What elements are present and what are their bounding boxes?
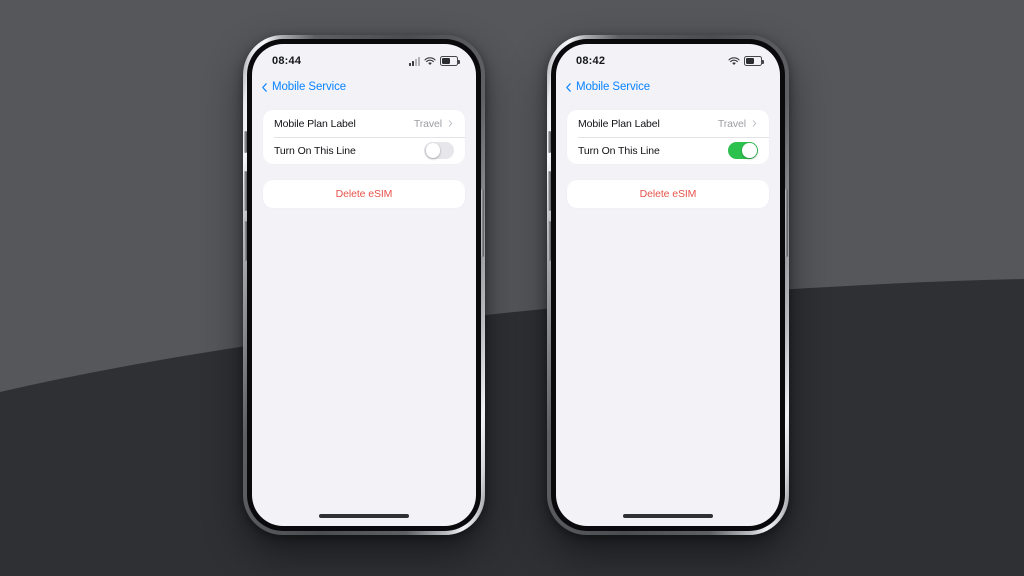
back-button[interactable]: Mobile Service: [564, 81, 650, 93]
status-bar-time: 08:42: [576, 55, 606, 67]
delete-esim-card: Delete eSIM: [263, 180, 465, 208]
settings-content: Mobile Plan Label Travel Turn On This Li…: [252, 100, 476, 506]
back-button-label: Mobile Service: [272, 81, 347, 93]
settings-group-card: Mobile Plan Label Travel Turn On This Li…: [263, 110, 465, 164]
volume-up-button[interactable]: [244, 171, 247, 211]
row-mobile-plan-label[interactable]: Mobile Plan Label Travel: [263, 110, 465, 137]
battery-icon: [440, 56, 460, 66]
phone-device-right: 08:42 Mobile Service Mobile Plan Label T…: [547, 35, 789, 535]
row-label: Mobile Plan Label: [578, 117, 660, 130]
delete-esim-button[interactable]: Delete eSIM: [567, 180, 769, 208]
settings-group-card: Mobile Plan Label Travel Turn On This Li…: [567, 110, 769, 164]
chevron-left-icon: [566, 82, 571, 92]
phone-screen: 08:42 Mobile Service Mobile Plan Label T…: [556, 44, 780, 526]
settings-content: Mobile Plan Label Travel Turn On This Li…: [556, 100, 780, 506]
phone-bezel: 08:44 Mobile Service Mobile Plan Label T…: [244, 39, 484, 531]
power-button[interactable]: [785, 189, 788, 257]
status-bar-icons: [728, 56, 764, 66]
silence-switch[interactable]: [548, 131, 551, 153]
back-button-label: Mobile Service: [576, 81, 651, 93]
volume-down-button[interactable]: [244, 221, 247, 261]
status-bar: 08:42: [556, 44, 780, 74]
battery-icon: [744, 56, 764, 66]
delete-esim-card: Delete eSIM: [567, 180, 769, 208]
row-value: Travel: [717, 117, 746, 130]
wifi-icon: [728, 56, 740, 65]
phone-device-left: 08:44 Mobile Service Mobile Plan Label T…: [243, 35, 485, 535]
wifi-icon: [424, 56, 436, 65]
phone-bezel: 08:42 Mobile Service Mobile Plan Label T…: [548, 39, 788, 531]
delete-esim-button[interactable]: Delete eSIM: [263, 180, 465, 208]
navigation-bar: Mobile Service: [556, 74, 780, 100]
status-bar-icons: [409, 56, 460, 66]
row-accessory: [728, 141, 758, 160]
toggle-knob: [742, 143, 757, 158]
volume-up-button[interactable]: [548, 171, 551, 211]
silence-switch[interactable]: [244, 131, 247, 153]
home-indicator-area: [252, 506, 476, 526]
navigation-bar: Mobile Service: [252, 74, 476, 100]
phone-screen: 08:44 Mobile Service Mobile Plan Label T…: [252, 44, 476, 526]
row-accessory: [424, 141, 454, 160]
row-label: Turn On This Line: [578, 144, 660, 157]
row-mobile-plan-label[interactable]: Mobile Plan Label Travel: [567, 110, 769, 137]
row-label: Turn On This Line: [274, 144, 356, 157]
turn-on-this-line-toggle[interactable]: [424, 141, 454, 160]
back-button[interactable]: Mobile Service: [260, 81, 346, 93]
row-accessory: Travel: [718, 118, 758, 130]
home-indicator[interactable]: [623, 514, 713, 518]
row-turn-on-this-line: Turn On This Line: [263, 137, 465, 164]
status-bar: 08:44: [252, 44, 476, 74]
chevron-left-icon: [262, 82, 267, 92]
delete-esim-label: Delete eSIM: [639, 188, 697, 200]
chevron-right-icon: [448, 120, 453, 127]
home-indicator[interactable]: [319, 514, 409, 518]
turn-on-this-line-toggle[interactable]: [728, 141, 758, 160]
cellular-bars-icon: [409, 56, 420, 66]
delete-esim-label: Delete eSIM: [335, 188, 393, 200]
background-curve: [0, 279, 1024, 576]
row-accessory: Travel: [414, 118, 454, 130]
home-indicator-area: [556, 506, 780, 526]
row-label: Mobile Plan Label: [274, 117, 356, 130]
power-button[interactable]: [481, 189, 484, 257]
row-value: Travel: [413, 117, 442, 130]
volume-down-button[interactable]: [548, 221, 551, 261]
toggle-knob: [425, 143, 440, 158]
chevron-right-icon: [752, 120, 757, 127]
status-bar-time: 08:44: [272, 55, 302, 67]
row-turn-on-this-line: Turn On This Line: [567, 137, 769, 164]
